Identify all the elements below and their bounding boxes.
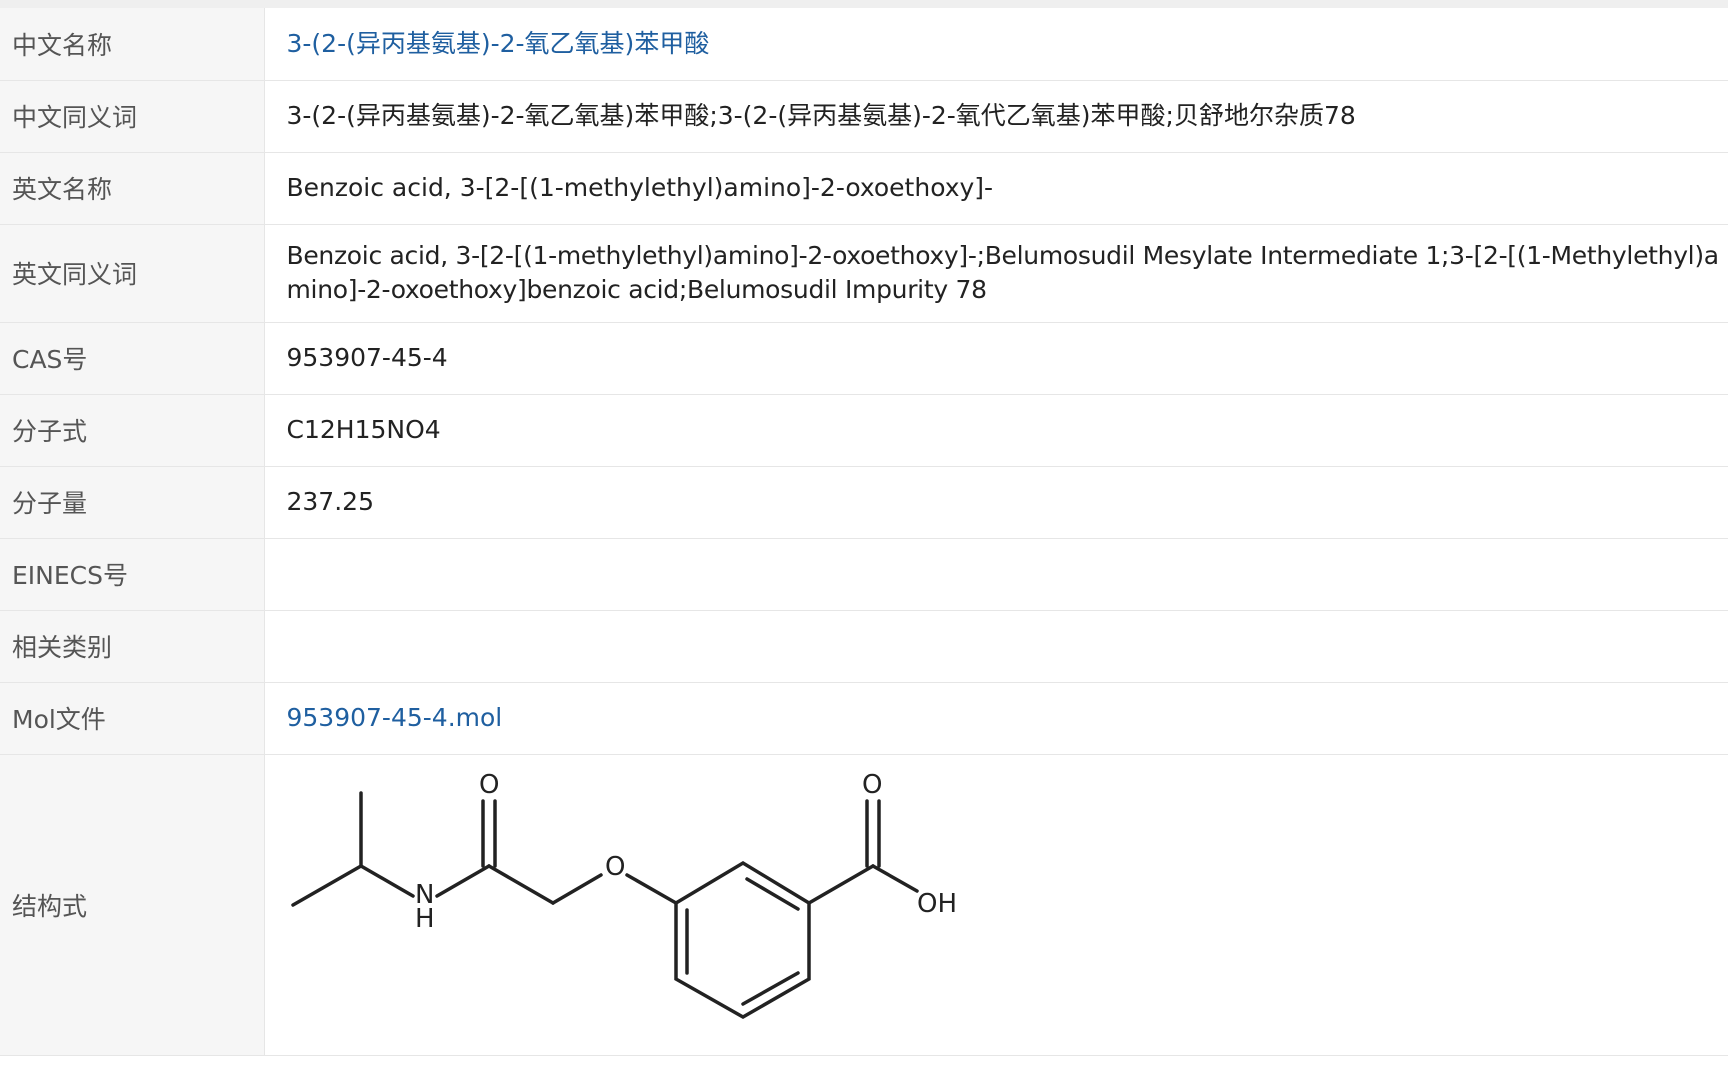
atom-h: H (415, 904, 435, 934)
row-mol-file: Mol文件 953907-45-4.mol (0, 682, 1728, 755)
label-chinese-synonyms: 中文同义词 (0, 80, 265, 153)
row-english-name: 英文名称 Benzoic acid, 3-[2-[(1-methylethyl)… (0, 152, 1728, 225)
label-english-synonyms: 英文同义词 (0, 224, 265, 323)
row-molecular-formula: 分子式 C12H15NO4 (0, 394, 1728, 467)
english-synonyms-text: Benzoic acid, 3-[2-[(1-methylethyl)amino… (286, 241, 1720, 304)
bond-methyl-1 (290, 863, 363, 907)
row-einecs: EINECS号 (0, 538, 1728, 611)
bond-cooh-oh (870, 863, 919, 893)
top-strip (0, 0, 1728, 8)
atom-o-acid: O (862, 770, 882, 800)
bond-ring-cooh (806, 863, 875, 905)
atom-o-ether: O (605, 852, 625, 882)
atom-o-amide: O (479, 770, 499, 800)
value-chinese-name: 3-(2-(异丙基氨基)-2-氧乙氧基)苯甲酸 (264, 8, 1728, 81)
value-molecular-formula: C12H15NO4 (264, 394, 1728, 467)
structure-bonds (290, 790, 919, 1019)
label-einecs: EINECS号 (0, 538, 265, 611)
row-chinese-name: 中文名称 3-(2-(异丙基氨基)-2-氧乙氧基)苯甲酸 (0, 8, 1728, 81)
label-cas-number: CAS号 (0, 322, 265, 395)
label-molecular-weight: 分子量 (0, 466, 265, 539)
compound-info-table: 中文名称 3-(2-(异丙基氨基)-2-氧乙氧基)苯甲酸 中文同义词 3-(2-… (0, 8, 1728, 1056)
row-chinese-synonyms: 中文同义词 3-(2-(异丙基氨基)-2-氧乙氧基)苯甲酸;3-(2-(异丙基氨… (0, 80, 1728, 153)
label-structure: 结构式 (0, 754, 265, 1056)
bond-ch2-o (550, 872, 603, 905)
row-related-category: 相关类别 (0, 610, 1728, 683)
bond-ch-n (358, 863, 415, 898)
bond-o-ring (624, 872, 678, 905)
ring-inner-bond-1 (744, 876, 800, 911)
value-cas-number: 953907-45-4 (264, 322, 1728, 395)
row-structure: 结构式 O N H O O OH (0, 754, 1728, 1056)
chinese-name-link[interactable]: 3-(2-(异丙基氨基)-2-氧乙氧基)苯甲酸 (287, 29, 710, 58)
label-mol-file: Mol文件 (0, 682, 265, 755)
label-molecular-formula: 分子式 (0, 394, 265, 467)
value-molecular-weight: 237.25 (264, 466, 1728, 539)
bond-carbonyl-ch2 (486, 863, 555, 905)
label-english-name: 英文名称 (0, 152, 265, 225)
row-molecular-weight: 分子量 237.25 (0, 466, 1728, 539)
atom-oh: OH (917, 889, 957, 919)
structure-diagram: O N H O O OH (290, 770, 957, 1019)
value-english-synonyms: Benzoic acid, 3-[2-[(1-methylethyl)amino… (264, 224, 1728, 323)
value-mol-file: 953907-45-4.mol (264, 682, 1728, 755)
value-chinese-synonyms: 3-(2-(异丙基氨基)-2-氧乙氧基)苯甲酸;3-(2-(异丙基氨基)-2-氧… (264, 80, 1728, 153)
value-related-category (264, 610, 1728, 683)
row-cas-number: CAS号 953907-45-4 (0, 322, 1728, 395)
bond-n-carbonyl (434, 863, 491, 898)
value-english-name: Benzoic acid, 3-[2-[(1-methylethyl)amino… (264, 152, 1728, 225)
mol-file-link[interactable]: 953907-45-4.mol (287, 703, 503, 732)
label-chinese-name: 中文名称 (0, 8, 265, 81)
benzene-ring (673, 860, 811, 1019)
value-structure: O N H O O OH (264, 754, 1728, 1056)
value-einecs (264, 538, 1728, 611)
label-related-category: 相关类别 (0, 610, 265, 683)
row-english-synonyms: 英文同义词 Benzoic acid, 3-[2-[(1-methylethyl… (0, 224, 1728, 323)
